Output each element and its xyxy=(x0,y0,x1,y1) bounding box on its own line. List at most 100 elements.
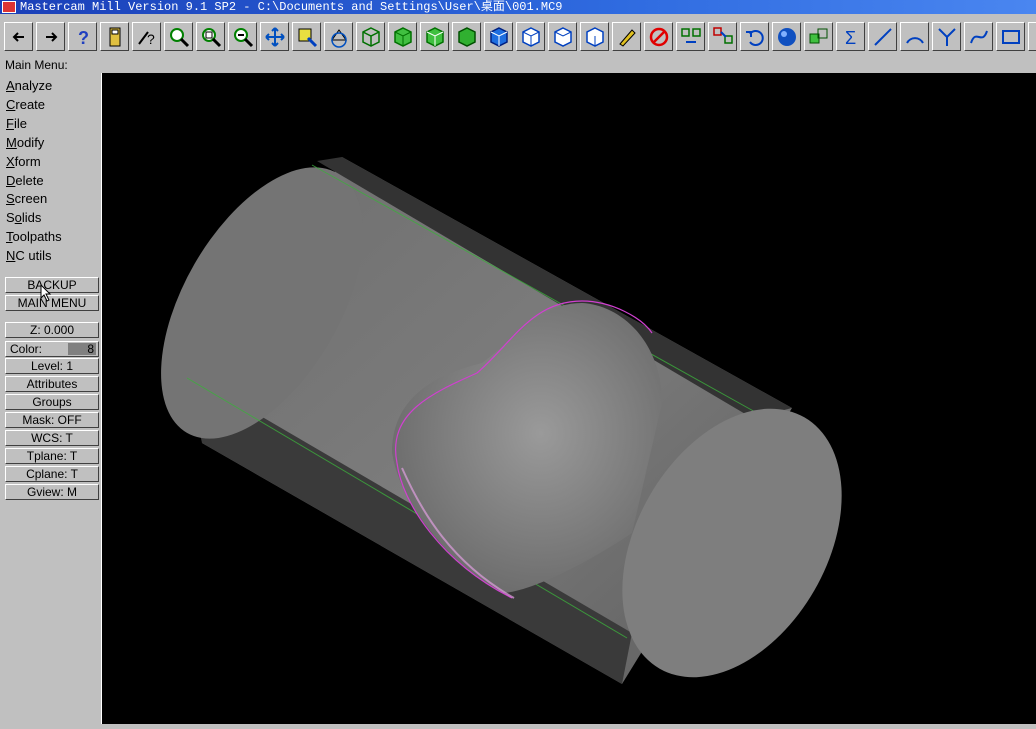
mask-value: Mask: OFF xyxy=(22,413,81,427)
menu-item-screen[interactable]: Screen xyxy=(6,190,47,207)
wcs-button[interactable]: WCS: T xyxy=(5,430,99,446)
toolbar-button-fillet[interactable] xyxy=(932,22,961,51)
menu-item-label: odify xyxy=(17,135,44,150)
menu-item-delete[interactable]: Delete xyxy=(6,172,44,189)
toolbar-button-transform-copy[interactable] xyxy=(708,22,737,51)
svg-text:Σ: Σ xyxy=(845,28,856,48)
mask-button[interactable]: Mask: OFF xyxy=(5,412,99,428)
pan-icon xyxy=(264,26,286,48)
level-button[interactable]: Level: 1 xyxy=(5,358,99,374)
menu-item-solids[interactable]: Solids xyxy=(6,209,41,226)
toolbar-button-pencil[interactable] xyxy=(612,22,641,51)
arrow-right-icon xyxy=(40,26,62,48)
help-icon: ? xyxy=(72,26,94,48)
tplane-button[interactable]: Tplane: T xyxy=(5,448,99,464)
toolbar-button-rotate-view[interactable] xyxy=(324,22,353,51)
menu-item-toolpaths[interactable]: Toolpaths xyxy=(6,228,62,245)
z-depth-value: Z: 0.000 xyxy=(30,323,74,337)
toolbar-button-undo[interactable] xyxy=(740,22,769,51)
arrow-left-icon xyxy=(8,26,30,48)
toolbar-button-iso-view-1[interactable] xyxy=(484,22,513,51)
color-swatch: 8 xyxy=(68,343,96,355)
toolbar-button-iso-view-4[interactable] xyxy=(580,22,609,51)
zoom-out-icon xyxy=(232,26,254,48)
color-button[interactable]: Color: 8 xyxy=(5,341,99,357)
toolbar-button-help[interactable]: ? xyxy=(68,22,97,51)
menu-item-label: creen xyxy=(15,191,48,206)
toolbar-button-iso-view-2[interactable] xyxy=(516,22,545,51)
toolbar-button-arc[interactable] xyxy=(900,22,929,51)
menu-item-label: C utils xyxy=(15,248,51,263)
menu-item-hotkey: D xyxy=(6,173,15,188)
menu-item-modify[interactable]: Modify xyxy=(6,134,44,151)
rotate-view-icon xyxy=(328,26,350,48)
fillet-icon xyxy=(936,26,958,48)
menu-item-label: reate xyxy=(15,97,45,112)
left-menu-panel: AnalyzeCreateFileModifyXformDeleteScreen… xyxy=(0,73,102,724)
toolbar-button-iso-view-3[interactable] xyxy=(548,22,577,51)
menu-item-xform[interactable]: Xform xyxy=(6,153,41,170)
menu-item-file[interactable]: File xyxy=(6,115,27,132)
sum-icon: Σ xyxy=(840,26,862,48)
toolbar-button-zoom-fit[interactable] xyxy=(196,22,225,51)
window-title: Mastercam Mill Version 9.1 SP2 - C:\Docu… xyxy=(20,0,563,14)
menu-item-create[interactable]: Create xyxy=(6,96,45,113)
toolbar-button-shading-sphere[interactable] xyxy=(772,22,801,51)
menu-item-hotkey: X xyxy=(6,154,15,169)
wcs-value: WCS: T xyxy=(31,431,73,445)
svg-text:?: ? xyxy=(78,28,89,48)
toolbar-button-spline[interactable] xyxy=(964,22,993,51)
z-depth-button[interactable]: Z: 0.000 xyxy=(5,322,99,338)
graphics-viewport[interactable] xyxy=(102,73,1036,724)
title-bar: Mastercam Mill Version 9.1 SP2 - C:\Docu… xyxy=(0,0,1036,14)
toolbar-button-no-delete[interactable] xyxy=(644,22,673,51)
menu-label-bar: Main Menu: xyxy=(0,58,1036,73)
pencil-icon xyxy=(616,26,638,48)
menu-item-hotkey: M xyxy=(6,135,17,150)
toolbar-button-view-cube-2[interactable] xyxy=(388,22,417,51)
menu-item-label: elete xyxy=(15,173,43,188)
toolbar-button-pan[interactable] xyxy=(260,22,289,51)
main-menu-button[interactable]: MAIN MENU xyxy=(5,295,99,311)
toolbar-button-more[interactable] xyxy=(1028,22,1036,51)
menu-item-label: nalyze xyxy=(15,78,53,93)
menu-item-label: ile xyxy=(14,116,27,131)
view-cube-1-icon xyxy=(360,26,382,48)
toolbar-button-view-cube-4[interactable] xyxy=(452,22,481,51)
select-entity-icon xyxy=(296,26,318,48)
toolbar-button-arrow-left[interactable] xyxy=(4,22,33,51)
toolbar-button-rectangle[interactable] xyxy=(996,22,1025,51)
toolbar-button-line[interactable] xyxy=(868,22,897,51)
app-icon xyxy=(2,1,16,13)
toolbar-button-view-cube-3[interactable] xyxy=(420,22,449,51)
toolbar-button-calculator[interactable] xyxy=(100,22,129,51)
menu-item-prefix: S xyxy=(6,210,15,225)
toolbar-button-arrow-right[interactable] xyxy=(36,22,65,51)
menu-item-nc-utils[interactable]: NC utils xyxy=(6,247,52,264)
toolbar-button-solid-boolean[interactable] xyxy=(804,22,833,51)
toolbar-button-zoom-window[interactable] xyxy=(164,22,193,51)
arc-icon xyxy=(904,26,926,48)
toolbar-button-sum[interactable]: Σ xyxy=(836,22,865,51)
groups-button[interactable]: Groups xyxy=(5,394,99,410)
toolbar-button-analyze-query[interactable]: ? xyxy=(132,22,161,51)
iso-view-3-icon xyxy=(552,26,574,48)
toolbar-button-view-cube-1[interactable] xyxy=(356,22,385,51)
menu-item-analyze[interactable]: Analyze xyxy=(6,77,52,94)
shading-sphere-icon xyxy=(776,26,798,48)
iso-view-2-icon xyxy=(520,26,542,48)
undo-icon xyxy=(744,26,766,48)
toolbar-button-select-entity[interactable] xyxy=(292,22,321,51)
solid-boolean-icon xyxy=(808,26,830,48)
backup-button[interactable]: BACKUP xyxy=(5,277,99,293)
cplane-value: Cplane: T xyxy=(26,467,78,481)
menu-item-hotkey: o xyxy=(15,210,22,225)
toolbar-button-zoom-out[interactable] xyxy=(228,22,257,51)
zoom-fit-icon xyxy=(200,26,222,48)
mouse-cursor-icon xyxy=(40,284,52,302)
cplane-button[interactable]: Cplane: T xyxy=(5,466,99,482)
toolbar-button-transform-translate[interactable] xyxy=(676,22,705,51)
attributes-button[interactable]: Attributes xyxy=(5,376,99,392)
gview-button[interactable]: Gview: M xyxy=(5,484,99,500)
rectangle-icon xyxy=(1000,26,1022,48)
